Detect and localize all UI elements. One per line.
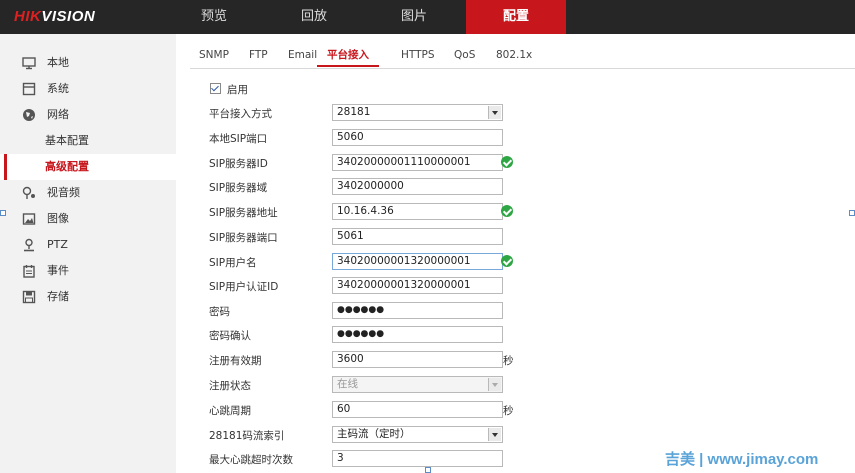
tab-email[interactable]: Email bbox=[288, 34, 317, 67]
sidebar-item-network[interactable]: 网络 bbox=[0, 102, 176, 128]
chevron-down-icon bbox=[488, 428, 501, 441]
chevron-down-icon bbox=[488, 106, 501, 119]
tab-qos[interactable]: QoS bbox=[454, 34, 475, 67]
save-icon bbox=[22, 290, 36, 304]
nav-config[interactable]: 配置 bbox=[466, 0, 566, 34]
resize-handle bbox=[849, 210, 855, 216]
sidebar-item-label: 本地 bbox=[47, 56, 69, 69]
check-circle-icon bbox=[501, 205, 513, 217]
sidebar-subitem-advanced[interactable]: 高级配置 bbox=[0, 154, 176, 180]
sidebar-item-local[interactable]: 本地 bbox=[0, 50, 176, 76]
watermark: 吉美 | www.jimay.com bbox=[665, 451, 819, 468]
sip-auth-id-input[interactable]: 34020000001320000001 bbox=[332, 277, 503, 294]
sidebar: 本地 系统 网络 基本配置 高级配置 视音频 图像 PTZ 事件 存储 bbox=[0, 34, 176, 473]
enable-label: 启用 bbox=[227, 84, 248, 96]
top-nav-bar: HIKVISION 预览 回放 图片 配置 bbox=[0, 0, 855, 34]
sidebar-item-video-audio[interactable]: 视音频 bbox=[0, 180, 176, 206]
sidebar-subitem-basic[interactable]: 基本配置 bbox=[0, 128, 176, 154]
sidebar-item-ptz[interactable]: PTZ bbox=[0, 232, 176, 258]
sidebar-item-label: 图像 bbox=[47, 212, 69, 225]
camera-mic-icon bbox=[22, 186, 35, 199]
ptz-icon bbox=[24, 238, 34, 252]
nav-playback[interactable]: 回放 bbox=[264, 0, 364, 34]
check-circle-icon bbox=[501, 255, 513, 267]
sidebar-item-label: 视音频 bbox=[47, 186, 80, 199]
calendar-icon bbox=[23, 265, 35, 278]
nav-preview[interactable]: 预览 bbox=[164, 0, 264, 34]
max-heartbeat-timeout-input[interactable]: 3 bbox=[332, 450, 503, 467]
sip-username-input[interactable]: 34020000001320000001 bbox=[332, 253, 503, 270]
seconds-unit: 秒 bbox=[503, 355, 514, 367]
hikvision-logo: HIKVISION bbox=[14, 8, 96, 25]
sidebar-item-label: 基本配置 bbox=[45, 134, 89, 147]
nav-picture[interactable]: 图片 bbox=[364, 0, 464, 34]
sip-server-address-input[interactable]: 10.16.4.36 bbox=[332, 203, 503, 220]
password-confirm-label: 密码确认 bbox=[209, 330, 251, 342]
tab-snmp[interactable]: SNMP bbox=[199, 34, 229, 67]
resize-handle bbox=[0, 210, 6, 216]
tab-802-1x[interactable]: 802.1x bbox=[496, 34, 532, 67]
tab-platform-access[interactable]: 平台接入 bbox=[317, 34, 379, 67]
sidebar-item-label: 事件 bbox=[47, 264, 69, 277]
sip-auth-id-label: SIP用户认证ID bbox=[209, 281, 279, 293]
local-sip-port-input[interactable]: 5060 bbox=[332, 129, 503, 146]
registration-validity-label: 注册有效期 bbox=[209, 355, 262, 367]
password-input[interactable]: ●●●●●● bbox=[332, 302, 503, 319]
access-mode-label: 平台接入方式 bbox=[209, 108, 272, 120]
password-confirm-input[interactable]: ●●●●●● bbox=[332, 326, 503, 343]
tab-https[interactable]: HTTPS bbox=[401, 34, 435, 67]
sidebar-item-label: 存储 bbox=[47, 290, 69, 303]
resize-handle bbox=[425, 467, 431, 473]
heartbeat-period-label: 心跳周期 bbox=[209, 405, 251, 417]
system-icon bbox=[22, 82, 36, 96]
sidebar-item-image[interactable]: 图像 bbox=[0, 206, 176, 232]
sidebar-item-label: 高级配置 bbox=[45, 160, 89, 173]
globe-icon bbox=[23, 109, 35, 121]
enable-checkbox[interactable] bbox=[210, 83, 221, 94]
max-heartbeat-timeout-label: 最大心跳超时次数 bbox=[209, 454, 293, 466]
sidebar-item-label: PTZ bbox=[47, 238, 68, 251]
sidebar-item-storage[interactable]: 存储 bbox=[0, 284, 176, 310]
chevron-down-icon bbox=[488, 378, 501, 391]
sidebar-item-system[interactable]: 系统 bbox=[0, 76, 176, 102]
seconds-unit: 秒 bbox=[503, 405, 514, 417]
sidebar-item-event[interactable]: 事件 bbox=[0, 258, 176, 284]
password-label: 密码 bbox=[209, 306, 230, 318]
sip-server-port-input[interactable]: 5061 bbox=[332, 228, 503, 245]
image-icon bbox=[22, 213, 36, 225]
sip-server-domain-input[interactable]: 3402000000 bbox=[332, 178, 503, 195]
sip-server-id-input[interactable]: 34020000001110000001 bbox=[332, 154, 503, 171]
stream-index-select[interactable]: 主码流（定时） bbox=[332, 426, 503, 443]
tab-ftp[interactable]: FTP bbox=[249, 34, 268, 67]
sidebar-item-label: 系统 bbox=[47, 82, 69, 95]
sip-server-port-label: SIP服务器端口 bbox=[209, 232, 278, 244]
sip-server-id-label: SIP服务器ID bbox=[209, 158, 268, 170]
sidebar-item-label: 网络 bbox=[47, 108, 69, 121]
registration-status-select: 在线 bbox=[332, 376, 503, 393]
local-sip-port-label: 本地SIP端口 bbox=[209, 133, 268, 145]
registration-status-label: 注册状态 bbox=[209, 380, 251, 392]
stream-index-label: 28181码流索引 bbox=[209, 430, 285, 442]
sip-username-label: SIP用户名 bbox=[209, 257, 257, 269]
config-tabs: SNMP FTP Email 平台接入 HTTPS QoS 802.1x bbox=[190, 34, 855, 69]
sip-server-domain-label: SIP服务器域 bbox=[209, 182, 268, 194]
monitor-icon bbox=[22, 57, 36, 70]
access-mode-select[interactable]: 28181 bbox=[332, 104, 503, 121]
registration-validity-input[interactable]: 3600 bbox=[332, 351, 503, 368]
check-circle-icon bbox=[501, 156, 513, 168]
heartbeat-period-input[interactable]: 60 bbox=[332, 401, 503, 418]
sip-server-address-label: SIP服务器地址 bbox=[209, 207, 278, 219]
